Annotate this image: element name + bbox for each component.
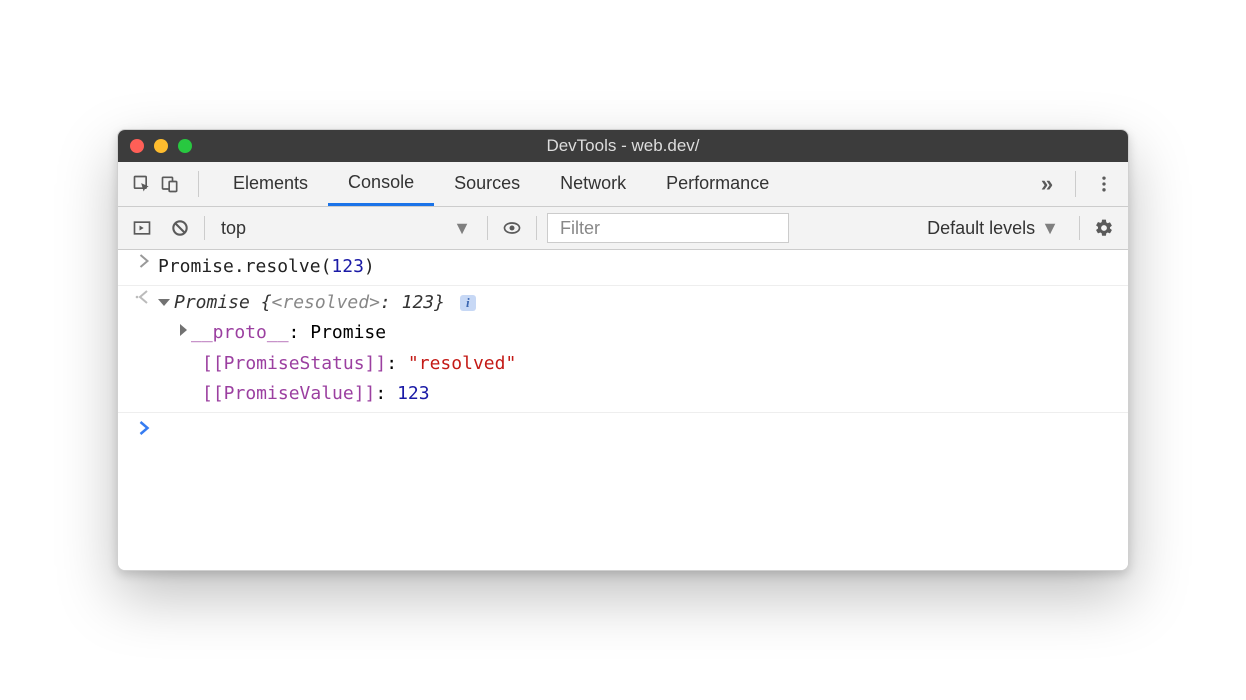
token-number: 123: [331, 256, 364, 277]
token-sep: :: [289, 322, 311, 343]
divider: [198, 171, 199, 197]
input-chevron-icon: [130, 252, 158, 283]
console-input-text[interactable]: Promise.resolve(123): [158, 252, 1116, 283]
log-levels-select[interactable]: Default levels ▼: [927, 218, 1059, 239]
token-colon: :: [380, 292, 402, 313]
proto-line[interactable]: __proto__: Promise: [158, 318, 1116, 349]
promise-status-line[interactable]: [[PromiseStatus]]: "resolved": [158, 349, 1116, 380]
tab-elements[interactable]: Elements: [213, 162, 328, 206]
divider: [487, 216, 488, 240]
inspect-element-icon[interactable]: [128, 170, 156, 198]
token-state: <resolved>: [272, 292, 380, 313]
filter-box[interactable]: [547, 213, 789, 243]
panel-tabs: Elements Console Sources Network Perform…: [213, 162, 1033, 206]
console-output-row: Promise {<resolved>: 123} i __proto__: P…: [118, 286, 1128, 413]
filter-input[interactable]: [558, 217, 778, 240]
console-input-row: Promise.resolve(123): [118, 250, 1128, 286]
clear-console-icon[interactable]: [166, 214, 194, 242]
execution-context-select[interactable]: top ▼: [215, 218, 477, 239]
tab-console[interactable]: Console: [328, 162, 434, 206]
maximize-window-button[interactable]: [178, 139, 192, 153]
kebab-menu-icon[interactable]: [1090, 170, 1118, 198]
close-window-button[interactable]: [130, 139, 144, 153]
tab-performance[interactable]: Performance: [646, 162, 789, 206]
tab-sources[interactable]: Sources: [434, 162, 540, 206]
token-sep: :: [375, 383, 397, 404]
window-title: DevTools - web.dev/: [130, 136, 1116, 156]
token-paren: ): [364, 256, 375, 277]
tab-network[interactable]: Network: [540, 162, 646, 206]
result-summary-line[interactable]: Promise {<resolved>: 123} i: [158, 288, 1116, 319]
token-brace: }: [434, 292, 445, 313]
context-label: top: [221, 218, 246, 239]
token-number: 123: [402, 292, 435, 313]
token-constructor: Promise: [174, 292, 250, 313]
minimize-window-button[interactable]: [154, 139, 168, 153]
divider: [1075, 171, 1076, 197]
chevron-down-icon: ▼: [1041, 218, 1059, 239]
token-internal-key: [[PromiseStatus]]: [202, 353, 386, 374]
console-body: Promise.resolve(123) Promise {<resolved>…: [118, 250, 1128, 570]
token-sep: :: [386, 353, 408, 374]
console-prompt-input[interactable]: [158, 419, 1116, 435]
divider: [1079, 216, 1080, 240]
token-number: 123: [397, 383, 430, 404]
divider: [204, 216, 205, 240]
token-brace: {: [250, 292, 272, 313]
traffic-lights: [130, 139, 192, 153]
console-output-tree: Promise {<resolved>: 123} i __proto__: P…: [158, 288, 1116, 410]
token-method: Promise.resolve: [158, 256, 321, 277]
tabbar: Elements Console Sources Network Perform…: [118, 162, 1128, 207]
promise-value-line[interactable]: [[PromiseValue]]: 123: [158, 379, 1116, 410]
divider: [536, 216, 537, 240]
expand-toggle-icon[interactable]: [158, 299, 170, 306]
token-value: Promise: [310, 322, 386, 343]
titlebar: DevTools - web.dev/: [118, 130, 1128, 162]
info-icon[interactable]: i: [460, 295, 476, 311]
levels-label: Default levels: [927, 218, 1035, 239]
token-string: "resolved": [408, 353, 516, 374]
expand-toggle-icon[interactable]: [180, 324, 187, 336]
device-toolbar-icon[interactable]: [156, 170, 184, 198]
output-arrow-icon: [130, 288, 158, 410]
chevron-down-icon: ▼: [453, 218, 471, 239]
devtools-window: DevTools - web.dev/ Elements Console Sou…: [117, 129, 1129, 571]
toggle-sidebar-icon[interactable]: [128, 214, 156, 242]
token-internal-key: [[PromiseValue]]: [202, 383, 375, 404]
console-settings-icon[interactable]: [1090, 214, 1118, 242]
prompt-chevron-icon: [130, 419, 158, 435]
more-tabs-icon[interactable]: »: [1033, 170, 1061, 198]
token-paren: (: [321, 256, 332, 277]
console-prompt-row[interactable]: [118, 413, 1128, 565]
console-toolbar: top ▼ Default levels ▼: [118, 207, 1128, 250]
live-expression-icon[interactable]: [498, 214, 526, 242]
token-proto-key: __proto__: [191, 322, 289, 343]
